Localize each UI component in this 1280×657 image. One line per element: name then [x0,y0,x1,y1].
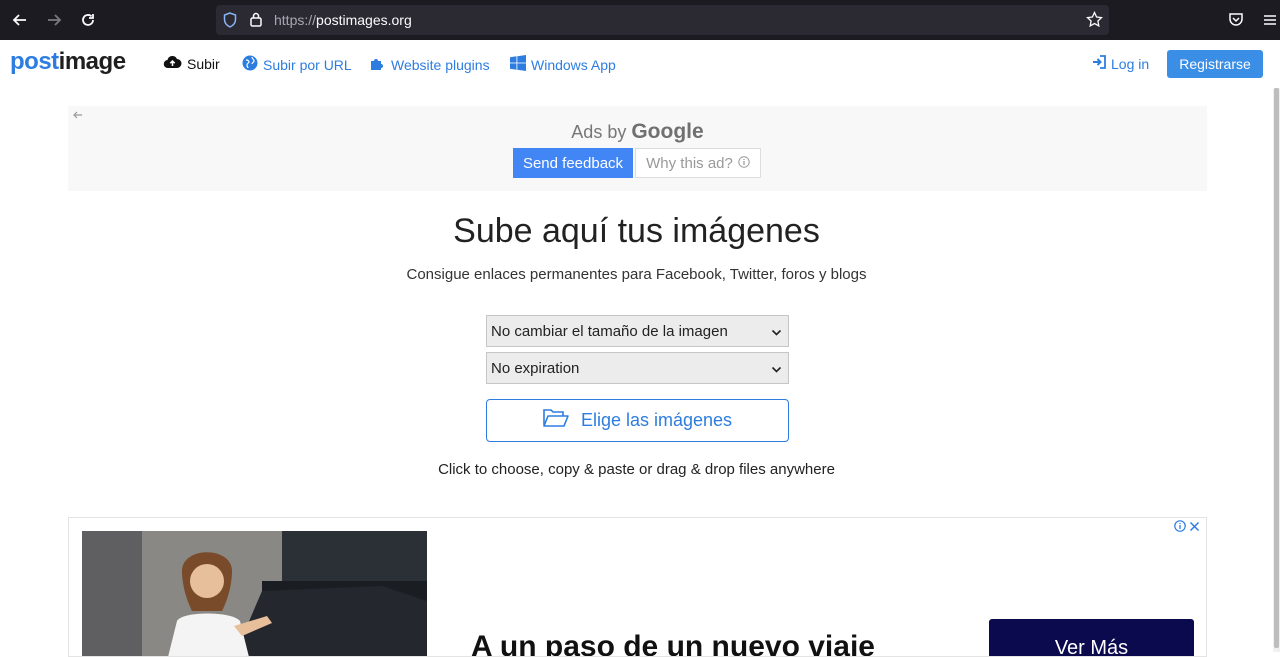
star-icon[interactable] [1086,10,1103,33]
browser-toolbar: https://postimages.org [0,0,1280,40]
ad-photo [82,531,427,656]
ad-choices[interactable] [1174,520,1200,535]
puzzle-icon [370,55,386,74]
menu-icon[interactable] [1263,13,1277,32]
nav-login-label: Log in [1111,55,1150,72]
cloud-upload-icon [163,55,182,72]
ad-cta-button[interactable]: Ver Más [989,619,1194,656]
ads-by-google: Ads by Google [68,120,1207,144]
url-bar[interactable]: https://postimages.org [216,5,1109,35]
logo-post-text: post [10,48,59,75]
close-icon[interactable] [1189,520,1200,535]
ad-headline[interactable]: A un paso de un nuevo viaje [471,630,875,656]
ad-banner-bottom[interactable]: A un paso de un nuevo viaje Ver Más [68,517,1207,657]
sign-in-icon [1092,55,1106,72]
resize-select-value: No cambiar el tamaño de la imagen [491,322,728,340]
choose-images-label: Elige las imágenes [580,410,733,430]
google-wordmark: Google [631,120,704,143]
nav-windows-app[interactable]: Windows App [510,55,616,74]
site-navbar: postimage Subir Subir por URL Website pl… [0,40,1280,88]
url-protocol: https:// [274,12,317,28]
chevron-down-icon [771,362,782,379]
chevron-down-icon [771,325,782,342]
scrollbar-thumb[interactable] [1274,88,1279,648]
choose-images-button[interactable]: Elige las imágenes [486,399,789,442]
nav-upload-label: Subir [187,55,220,72]
page-subtitle: Consigue enlaces permanentes para Facebo… [406,266,867,283]
forward-arrow-icon[interactable] [43,9,65,31]
windows-icon [510,55,526,74]
back-arrow-icon[interactable] [9,9,31,31]
globe-icon [242,55,258,74]
ad-banner-top: Ads by Google Send feedback Why this ad? [68,106,1207,191]
upload-hint: Click to choose, copy & paste or drag & … [438,461,835,478]
nav-plugins[interactable]: Website plugins [370,55,490,74]
logo-image-text: image [58,48,126,75]
nav-login[interactable]: Log in [1092,55,1149,72]
nav-upload[interactable]: Subir [163,55,220,72]
resize-select[interactable]: No cambiar el tamaño de la imagen [486,315,789,347]
pocket-icon[interactable] [1228,12,1244,33]
info-icon [738,155,750,172]
postimage-logo[interactable]: postimage [10,48,126,76]
nav-windows-app-label: Windows App [531,56,616,73]
nav-upload-url[interactable]: Subir por URL [242,55,352,74]
register-button[interactable]: Registrarse [1167,50,1263,78]
folder-open-icon [543,408,569,433]
expiration-select[interactable]: No expiration [486,352,789,384]
ad-photo-drawing [82,531,427,656]
nav-upload-url-label: Subir por URL [263,56,352,73]
nav-plugins-label: Website plugins [391,56,490,73]
page-title: Sube aquí tus imágenes [453,212,820,250]
send-feedback-button[interactable]: Send feedback [513,148,633,178]
why-this-ad-button[interactable]: Why this ad? [635,148,761,178]
url-host: postimages.org [316,12,412,28]
url-text[interactable]: https://postimages.org [274,12,412,28]
shield-icon[interactable] [223,12,237,33]
lock-icon[interactable] [250,12,262,32]
expiration-select-value: No expiration [491,359,580,377]
why-this-ad-label: Why this ad? [646,154,733,172]
info-icon[interactable] [1174,520,1186,535]
reload-icon[interactable] [77,9,99,31]
ads-by-label: Ads by [571,122,627,142]
